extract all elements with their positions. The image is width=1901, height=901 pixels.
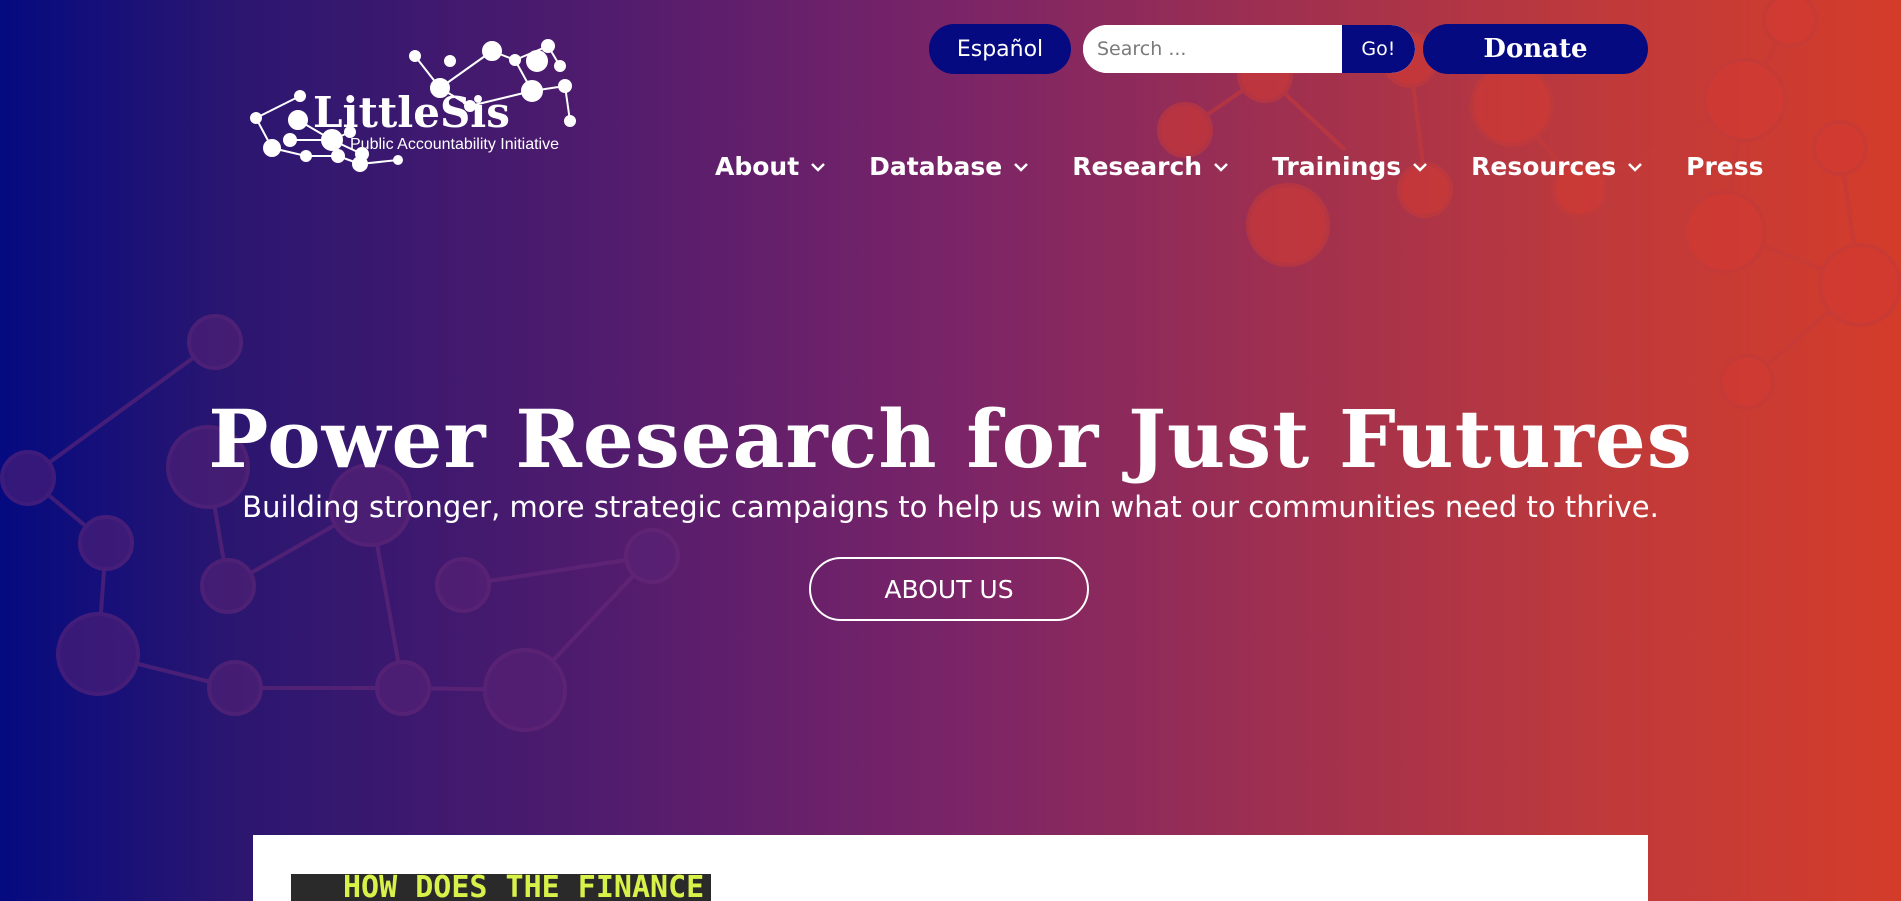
- chevron-down-icon: [811, 162, 826, 172]
- nav-item-label: About: [715, 152, 800, 181]
- main-navigation: About Database Research Trainings Resour…: [715, 152, 1764, 181]
- nav-item-press[interactable]: Press: [1686, 152, 1763, 181]
- nav-item-resources[interactable]: Resources: [1471, 152, 1644, 181]
- chevron-down-icon: [1628, 162, 1643, 172]
- nav-item-label: Press: [1686, 152, 1764, 181]
- hero-title: Power Research for Just Futures: [208, 392, 1693, 486]
- featured-image-text: HOW DOES THE FINANCE: [343, 874, 705, 901]
- top-utility-bar: Español Go! Donate: [929, 24, 1648, 74]
- nav-item-research[interactable]: Research: [1072, 152, 1230, 181]
- logo-tagline: Public Accountability Initiative: [350, 136, 559, 153]
- search-form: Go!: [1083, 25, 1415, 73]
- about-us-button[interactable]: ABOUT US: [809, 557, 1089, 621]
- search-go-button[interactable]: Go!: [1341, 25, 1415, 73]
- language-toggle-button[interactable]: Español: [929, 24, 1071, 74]
- nav-item-about[interactable]: About: [715, 152, 827, 181]
- chevron-down-icon: [1214, 162, 1228, 172]
- nav-item-label: Database: [869, 152, 1003, 181]
- nav-item-label: Research: [1072, 152, 1203, 181]
- featured-article-image[interactable]: HOW DOES THE FINANCE: [291, 874, 711, 901]
- featured-content-card: HOW DOES THE FINANCE: [253, 835, 1648, 901]
- nav-item-label: Trainings: [1272, 152, 1402, 181]
- chevron-down-icon: [1014, 162, 1029, 172]
- nav-item-label: Resources: [1471, 152, 1617, 181]
- search-input[interactable]: [1083, 25, 1342, 73]
- chevron-down-icon: [1413, 162, 1427, 172]
- logo-wordmark[interactable]: LittleSis: [313, 88, 510, 137]
- nav-item-database[interactable]: Database: [869, 152, 1030, 181]
- donate-button[interactable]: Donate: [1423, 24, 1648, 74]
- nav-item-trainings[interactable]: Trainings: [1272, 152, 1429, 181]
- hero-subtitle: Building stronger, more strategic campai…: [242, 490, 1659, 524]
